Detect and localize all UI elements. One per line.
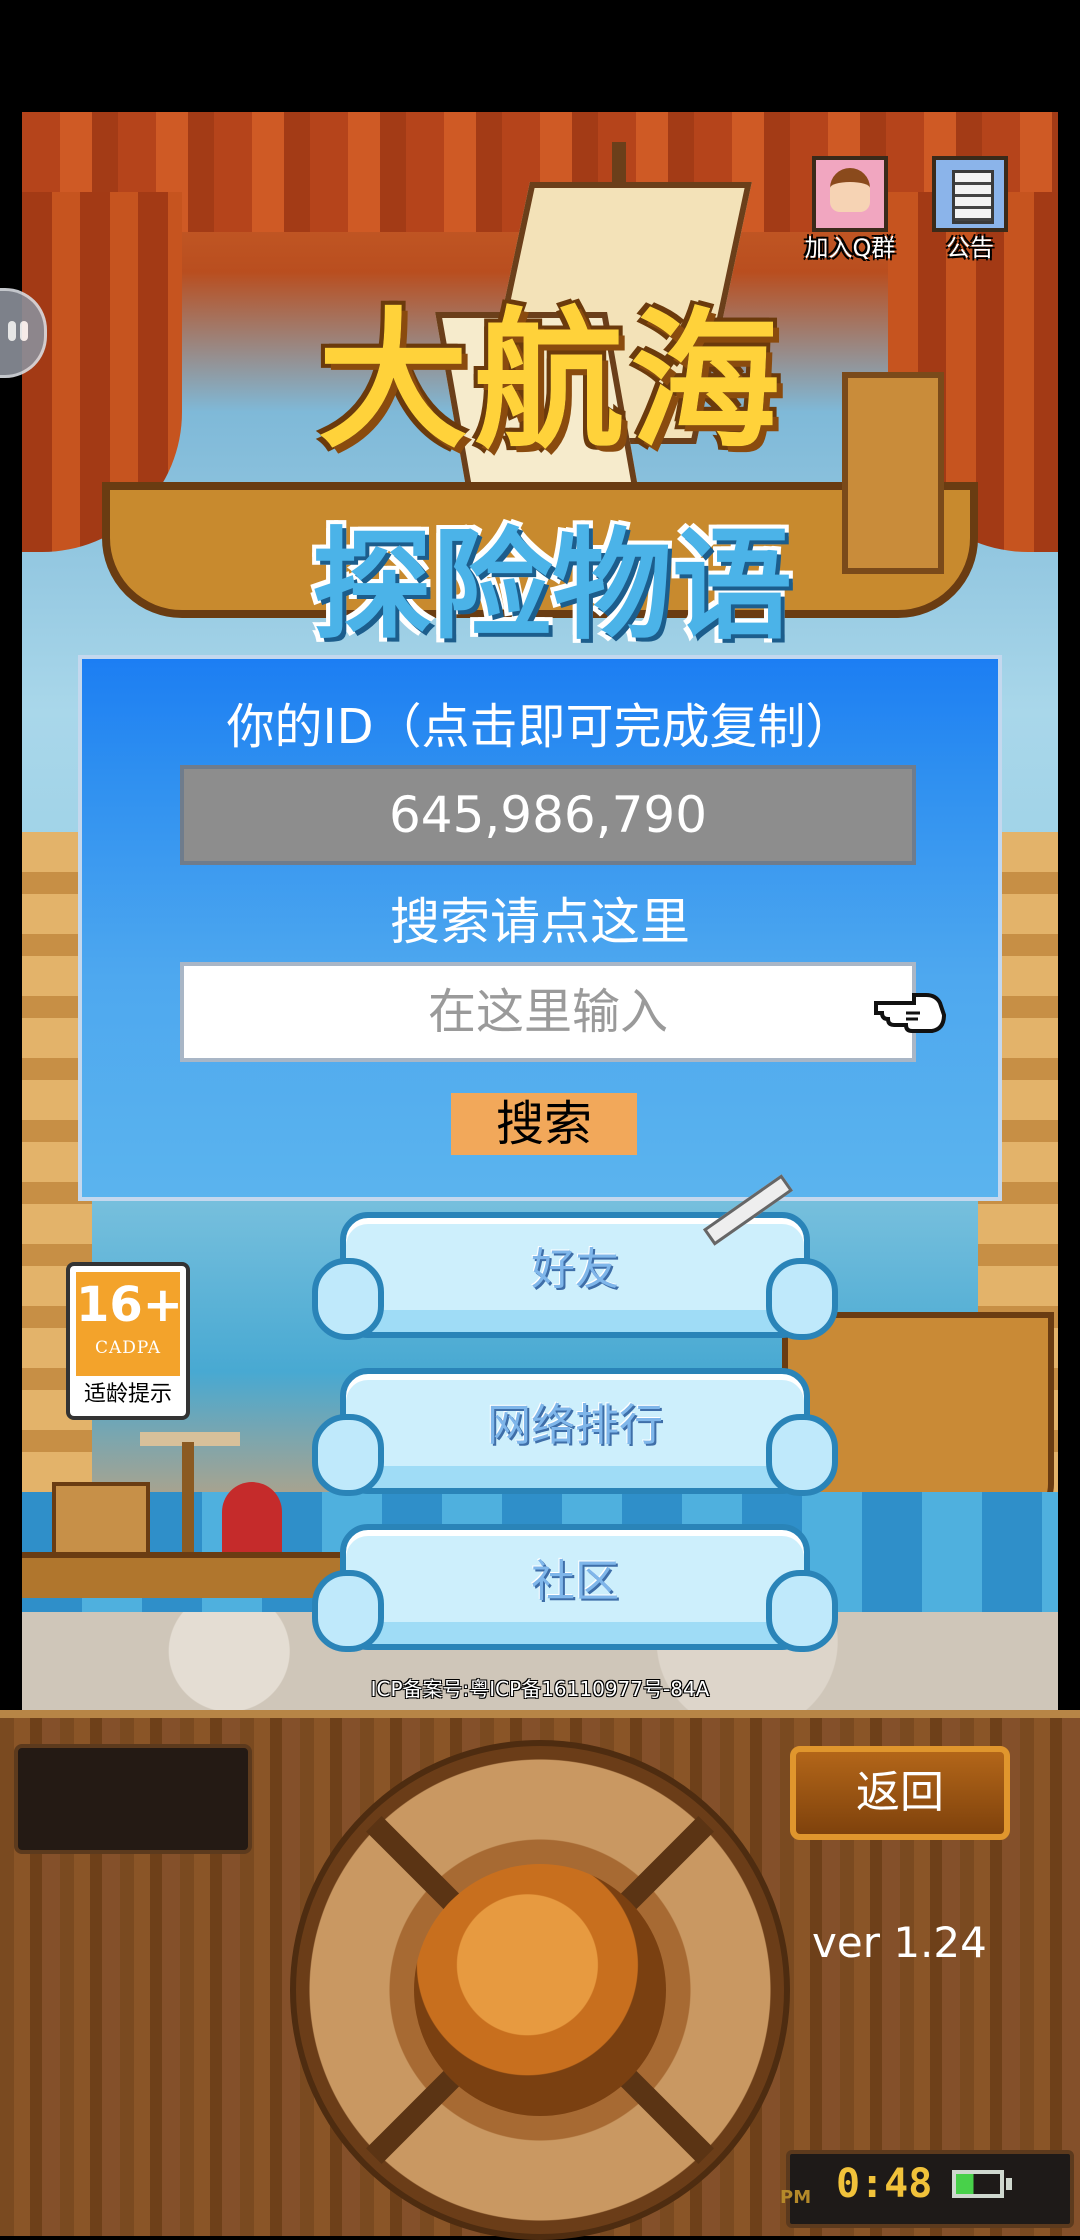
status-bar <box>0 0 1080 112</box>
age-rating-badge[interactable]: 16+ CADPA 适龄提示 <box>66 1262 190 1420</box>
icp-license-text: ICP备案号:粤ICP备16110977号-84A <box>370 1677 710 1701</box>
age-rating-number: 16+ <box>76 1277 184 1333</box>
age-rating-icon: 16+ CADPA <box>76 1272 184 1376</box>
lamp-post <box>182 1442 194 1562</box>
dial-center-button[interactable] <box>414 1864 666 2116</box>
clock-pm: PM <box>780 2187 812 2208</box>
id-panel-title: 你的ID（点击即可完成复制） <box>226 699 854 755</box>
search-button[interactable]: 搜索 <box>451 1093 637 1155</box>
friends-label: 好友 <box>531 1244 619 1295</box>
wooden-console: 返回 ver 1.24 PM 0:48 <box>0 1710 1080 2240</box>
console-display-slot <box>14 1744 252 1854</box>
join-qq-group-label: 加入Q群 <box>804 234 896 262</box>
game-logo-title: 大航海 <box>317 295 786 469</box>
join-qq-group-button[interactable]: 加入Q群 <box>800 156 900 262</box>
id-search-panel: 你的ID（点击即可完成复制） 645,986,790 搜索请点这里 搜索 <box>78 655 1002 1201</box>
player-id-copy-field[interactable]: 645,986,790 <box>180 765 916 865</box>
age-rating-org: CADPA <box>94 1338 162 1358</box>
search-hint-text[interactable]: 搜索请点这里 <box>82 891 998 953</box>
battery-icon <box>952 2170 1012 2198</box>
notice-button[interactable]: 公告 <box>920 156 1020 262</box>
online-ranking-label: 网络排行 <box>487 1400 663 1451</box>
crates <box>52 1482 150 1560</box>
friends-button[interactable]: 好友 <box>312 1212 838 1340</box>
version-text: ver 1.24 <box>812 1918 987 1967</box>
community-label: 社区 <box>531 1556 619 1607</box>
girl-avatar-icon <box>812 156 888 232</box>
community-button[interactable]: 社区 <box>312 1524 838 1652</box>
notice-document-icon <box>932 156 1008 232</box>
clock-time: 0:48 <box>836 2161 933 2207</box>
pirate-character <box>222 1482 282 1562</box>
online-ranking-button[interactable]: 网络排行 <box>312 1368 838 1496</box>
game-logo-subtitle: 探险物语 <box>312 517 792 656</box>
back-button[interactable]: 返回 <box>790 1746 1010 1840</box>
search-input[interactable] <box>180 962 916 1062</box>
lifebuoy-dial <box>290 1740 790 2240</box>
pointing-hand-icon <box>874 993 947 1033</box>
notice-label: 公告 <box>946 234 994 262</box>
age-rating-label: 适龄提示 <box>83 1382 172 1407</box>
